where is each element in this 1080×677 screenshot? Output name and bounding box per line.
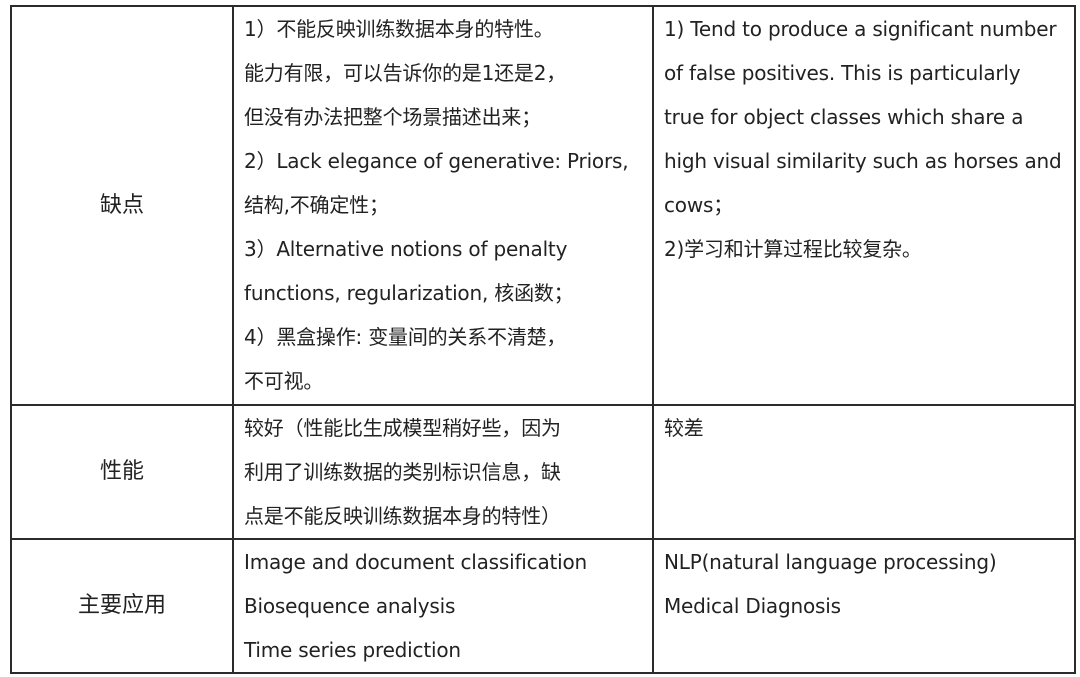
cell-line: of false positives. This is particularly (664, 61, 1021, 85)
cell-line: Medical Diagnosis (664, 594, 841, 618)
performance-col2-cell: 较差 (652, 404, 1076, 540)
table-row-applications: 主要应用 Image and document classification B… (10, 538, 1076, 674)
row-label-disadvantages: 缺点 (10, 5, 234, 406)
cell-line: cows； (664, 193, 734, 217)
cell-line: 较好（性能比生成模型稍好些，因为 (244, 416, 561, 440)
cell-line: 不可视。 (244, 369, 324, 393)
cell-line: Image and document classification (244, 550, 588, 574)
cell-line: high visual similarity such as horses an… (664, 149, 1062, 173)
cell-line: 利用了训练数据的类别标识信息，缺 (244, 460, 561, 484)
cell-line: 1) Tend to produce a significant number (664, 17, 1057, 41)
cell-line: true for object classes which share a (664, 105, 1024, 129)
applications-col1-cell: Image and document classification Bioseq… (232, 538, 654, 674)
table-row-performance: 性能 较好（性能比生成模型稍好些，因为 利用了训练数据的类别标识信息，缺 点是不… (10, 404, 1076, 540)
row-label-performance: 性能 (10, 404, 234, 540)
row-label-applications: 主要应用 (10, 538, 234, 674)
cell-line: NLP(natural language processing) (664, 550, 997, 574)
table-row-disadvantages: 缺点 1）不能反映训练数据本身的特性。 能力有限，可以告诉你的是1还是2， 但没… (10, 5, 1076, 406)
cell-line: 2)学习和计算过程比较复杂。 (664, 237, 922, 261)
cell-line: 2）Lack elegance of generative: Priors, (244, 149, 629, 173)
cell-line: 3）Alternative notions of penalty (244, 237, 568, 261)
applications-col2-cell: NLP(natural language processing) Medical… (652, 538, 1076, 674)
cell-line: 4）黑盒操作: 变量间的关系不清楚， (244, 325, 567, 349)
cell-line: functions, regularization, 核函数； (244, 281, 574, 305)
cell-line: 点是不能反映训练数据本身的特性） (244, 504, 561, 528)
disadvantages-col1-cell: 1）不能反映训练数据本身的特性。 能力有限，可以告诉你的是1还是2， 但没有办法… (232, 5, 654, 406)
performance-col1-cell: 较好（性能比生成模型稍好些，因为 利用了训练数据的类别标识信息，缺 点是不能反映… (232, 404, 654, 540)
cell-line: Time series prediction (244, 638, 461, 662)
comparison-table: 缺点 1）不能反映训练数据本身的特性。 能力有限，可以告诉你的是1还是2， 但没… (10, 5, 1076, 674)
cell-line: 但没有办法把整个场景描述出来； (244, 105, 541, 129)
cell-line: 结构,不确定性； (244, 193, 389, 217)
cell-line: 较差 (664, 416, 704, 440)
cell-line: 能力有限，可以告诉你的是1还是2， (244, 61, 567, 85)
disadvantages-col2-cell: 1) Tend to produce a significant number … (652, 5, 1076, 406)
cell-line: 1）不能反映训练数据本身的特性。 (244, 17, 554, 41)
cell-line: Biosequence analysis (244, 594, 456, 618)
